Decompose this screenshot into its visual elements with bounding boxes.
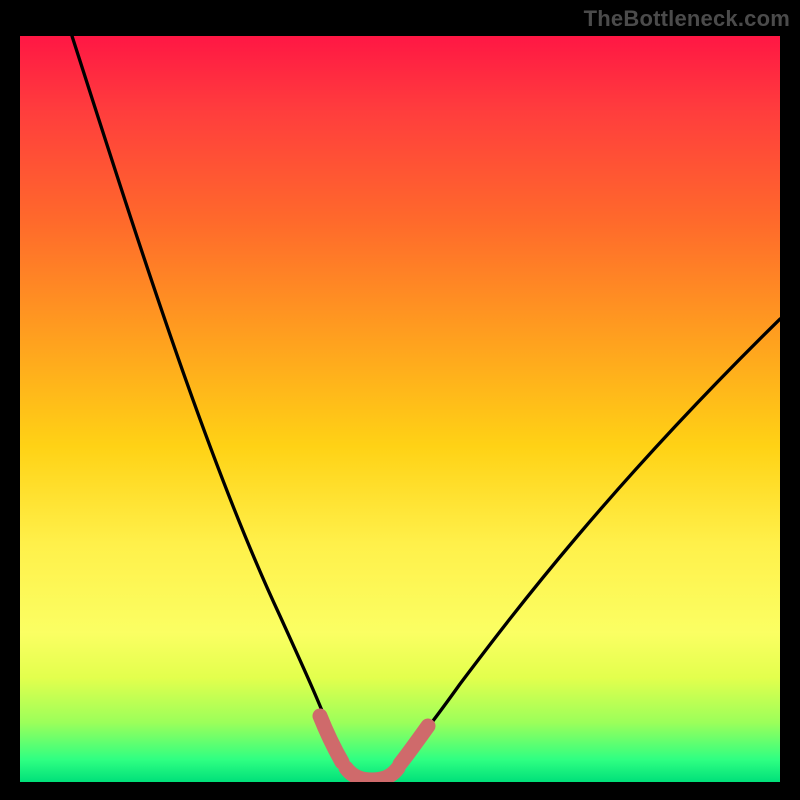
left-dip-highlight bbox=[320, 716, 342, 762]
figure-root: TheBottleneck.com bbox=[0, 0, 800, 800]
left-branch-curve bbox=[72, 36, 346, 766]
curve-layer bbox=[20, 36, 780, 782]
right-branch-curve bbox=[396, 319, 780, 766]
watermark-text: TheBottleneck.com bbox=[584, 6, 790, 32]
right-rise-highlight bbox=[400, 726, 428, 764]
plot-area bbox=[20, 36, 780, 782]
bottom-u-highlight bbox=[346, 768, 398, 780]
